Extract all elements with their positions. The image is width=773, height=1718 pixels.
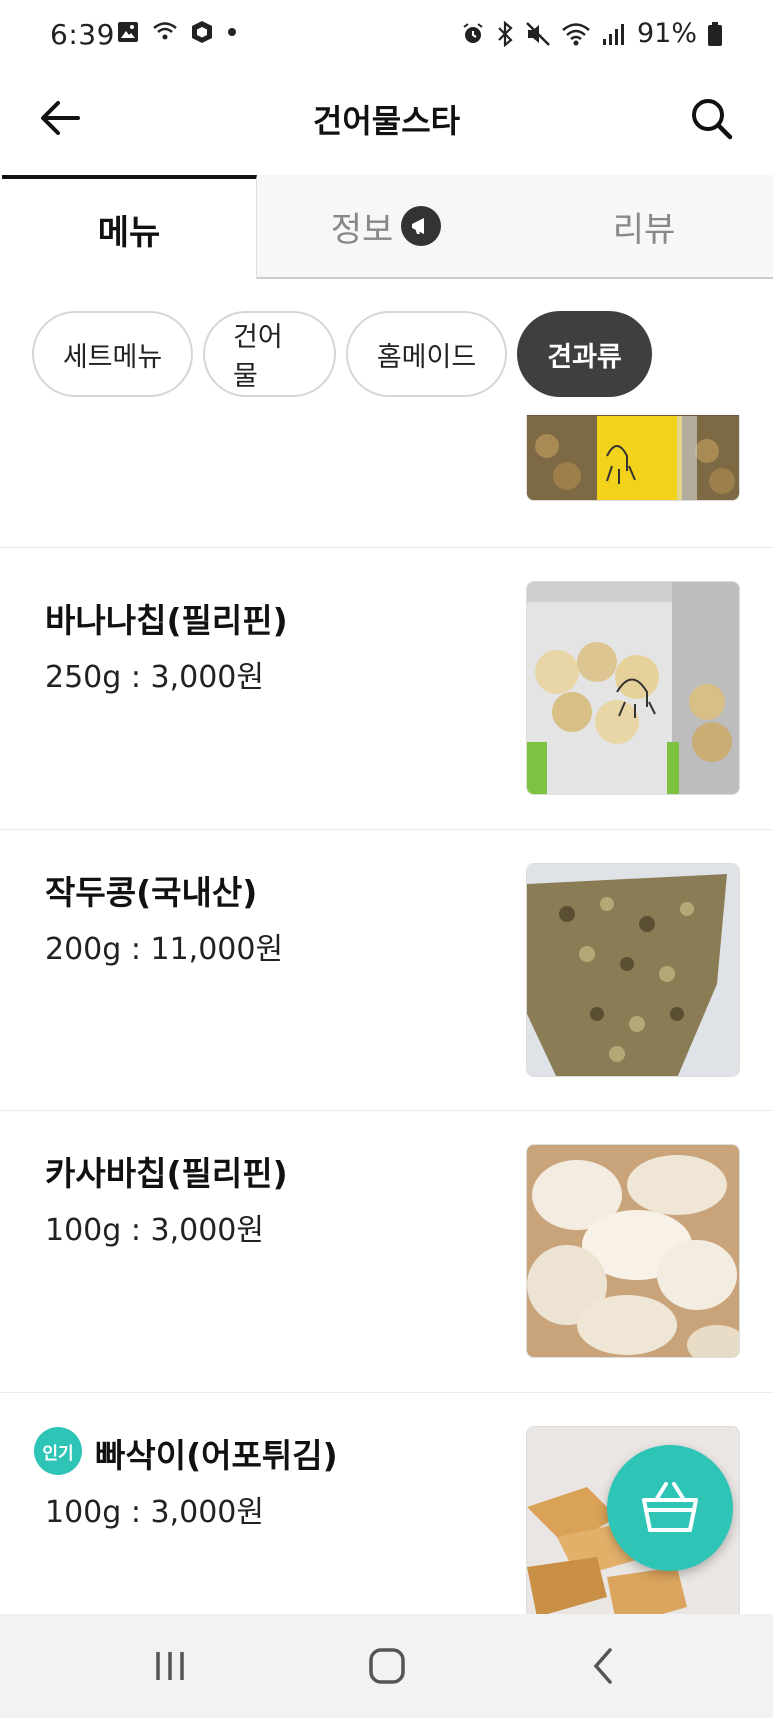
- cube-icon: [192, 21, 212, 43]
- signal-icon: [602, 23, 624, 45]
- dot-icon: [228, 28, 236, 36]
- cart-button[interactable]: [607, 1445, 733, 1571]
- item-image: [526, 415, 740, 501]
- system-nav-bar: [0, 1614, 773, 1718]
- list-item[interactable]: 카사바칩(필리핀) 100g : 3,000원: [0, 1111, 773, 1393]
- list-item[interactable]: [0, 415, 773, 548]
- battery-percent: 91%: [636, 18, 697, 49]
- tab-menu[interactable]: 메뉴: [2, 175, 257, 279]
- item-image: [526, 581, 740, 795]
- wifi-calling-icon: [153, 22, 177, 40]
- tab-info[interactable]: 정보: [257, 175, 515, 279]
- item-name: 카사바칩(필리핀): [45, 1154, 288, 1193]
- home-button[interactable]: [357, 1640, 417, 1692]
- bluetooth-icon: [498, 20, 513, 47]
- item-image: [526, 863, 740, 1077]
- item-name: 작두콩(국내산): [45, 873, 258, 912]
- item-price: 200g : 11,000원: [45, 932, 284, 967]
- tab-bar: 메뉴 정보 리뷰: [0, 175, 773, 279]
- app-bar: 건어물스타: [0, 70, 773, 175]
- chip-set-menu[interactable]: 세트메뉴: [32, 311, 193, 397]
- mute-icon: [526, 21, 550, 46]
- search-icon: [692, 99, 733, 140]
- item-price: 250g : 3,000원: [45, 660, 264, 695]
- list-item[interactable]: 바나나칩(필리핀) 250g : 3,000원: [0, 548, 773, 830]
- status-time: 6:39: [50, 18, 115, 51]
- battery-icon: [708, 21, 722, 46]
- back-nav-button[interactable]: [573, 1640, 633, 1692]
- recent-apps-button[interactable]: [140, 1640, 200, 1692]
- tab-info-label: 정보: [330, 209, 394, 250]
- item-price: 100g : 3,000원: [45, 1495, 264, 1530]
- gallery-icon: [118, 22, 138, 42]
- tab-review-label: 리뷰: [612, 209, 676, 250]
- item-name: 바나나칩(필리핀): [45, 601, 288, 640]
- popular-badge: 인기: [34, 1427, 82, 1475]
- basket-icon: [642, 1482, 698, 1532]
- tab-review[interactable]: 리뷰: [515, 175, 773, 279]
- recent-apps-icon: [156, 1652, 184, 1680]
- chip-homemade[interactable]: 홈메이드: [346, 311, 507, 397]
- home-icon: [369, 1648, 405, 1684]
- page-title: 건어물스타: [312, 102, 461, 140]
- list-item[interactable]: 작두콩(국내산) 200g : 11,000원: [0, 830, 773, 1111]
- status-left-icons: [116, 20, 238, 44]
- menu-list: 바나나칩(필리핀) 250g : 3,000원 작두콩(국내산) 200g : …: [0, 415, 773, 1615]
- category-chips: 세트메뉴 건어물 홈메이드 견과류: [32, 311, 652, 397]
- search-button[interactable]: [685, 92, 737, 144]
- item-name: 빠삭이(어포튀김): [95, 1436, 338, 1475]
- chevron-left-icon: [593, 1648, 612, 1684]
- chip-nuts[interactable]: 견과류: [517, 311, 652, 397]
- alarm-icon: [463, 22, 483, 43]
- tab-menu-label: 메뉴: [97, 212, 161, 253]
- item-price: 100g : 3,000원: [45, 1213, 264, 1248]
- megaphone-icon: [401, 206, 442, 246]
- chip-dried-seafood[interactable]: 건어물: [203, 311, 336, 397]
- status-right-icons: 91%: [461, 18, 723, 49]
- item-image: [526, 1144, 740, 1358]
- wifi-icon: [562, 22, 590, 45]
- status-bar: 6:39 91%: [0, 0, 773, 70]
